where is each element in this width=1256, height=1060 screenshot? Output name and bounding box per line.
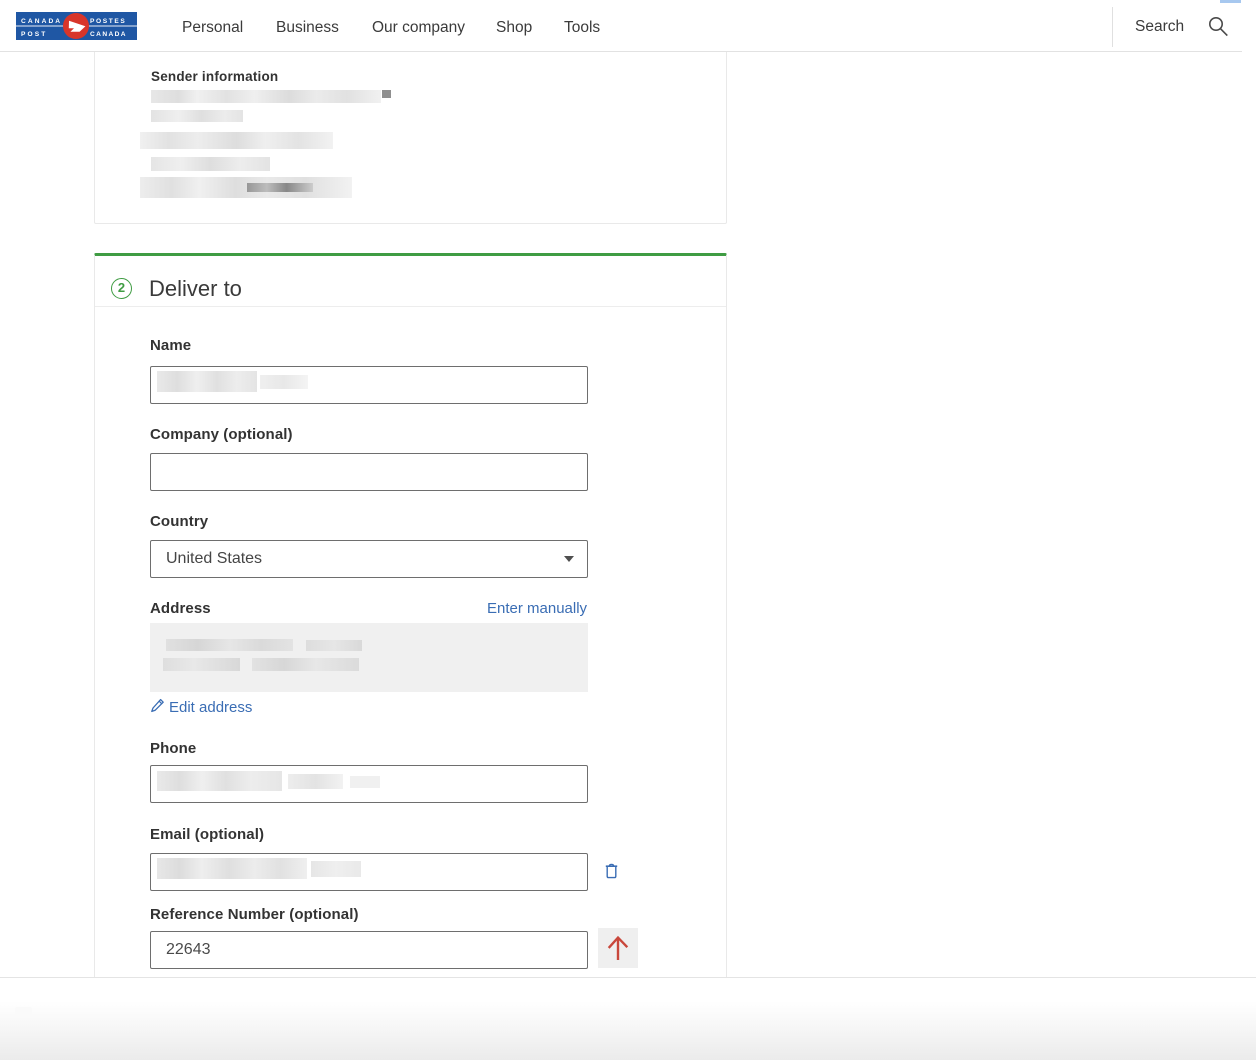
- svg-text:POSTES: POSTES: [90, 18, 126, 25]
- svg-text:POST: POST: [21, 31, 47, 38]
- svg-text:CANADA: CANADA: [90, 31, 127, 38]
- svg-text:CANADA: CANADA: [21, 18, 62, 25]
